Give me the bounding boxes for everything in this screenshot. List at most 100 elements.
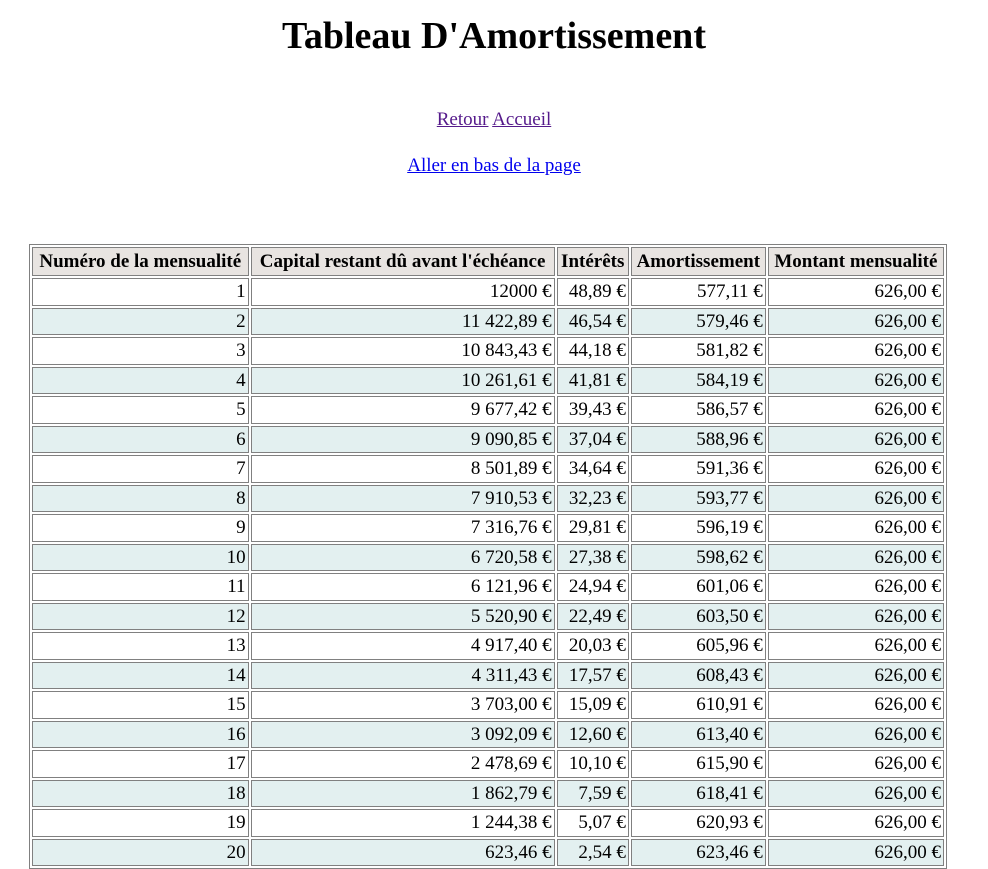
cell-amortization: 603,50 € — [630, 602, 766, 630]
cell-monthly-amount: 626,00 € — [767, 750, 944, 778]
cell-amortization: 605,96 € — [630, 632, 766, 660]
table-row: 59 677,42 €39,43 €586,57 €626,00 € — [32, 396, 944, 424]
col-header-installment-number: Numéro de la mensualité — [32, 247, 249, 276]
go-to-bottom-link[interactable]: Aller en bas de la page — [407, 155, 581, 176]
accueil-link[interactable]: Accueil — [492, 109, 551, 130]
col-header-monthly-amount: Montant mensualité — [767, 247, 944, 276]
cell-amortization: 615,90 € — [630, 750, 766, 778]
table-row: 69 090,85 €37,04 €588,96 €626,00 € — [32, 425, 944, 453]
cell-remaining-capital: 6 720,58 € — [250, 543, 555, 571]
cell-amortization: 618,41 € — [630, 779, 766, 807]
col-header-interest: Intérêts — [556, 247, 629, 276]
cell-remaining-capital: 11 422,89 € — [250, 307, 555, 335]
table-row: 78 501,89 €34,64 €591,36 €626,00 € — [32, 455, 944, 483]
cell-interest: 32,23 € — [556, 484, 629, 512]
cell-remaining-capital: 1 862,79 € — [250, 779, 555, 807]
cell-monthly-amount: 626,00 € — [767, 337, 944, 365]
table-header-row: Numéro de la mensualité Capital restant … — [32, 247, 944, 276]
cell-monthly-amount: 626,00 € — [767, 691, 944, 719]
cell-installment-number: 19 — [32, 809, 249, 837]
cell-remaining-capital: 10 261,61 € — [250, 366, 555, 394]
table-row: 19 1 244,38 €5,07 €620,93 €626,00 € — [32, 809, 944, 837]
table-row: 12 5 520,90 €22,49 €603,50 €626,00 € — [32, 602, 944, 630]
cell-remaining-capital: 9 677,42 € — [250, 396, 555, 424]
cell-remaining-capital: 2 478,69 € — [250, 750, 555, 778]
table-row: 18 1 862,79 €7,59 €618,41 €626,00 € — [32, 779, 944, 807]
cell-installment-number: 17 — [32, 750, 249, 778]
cell-interest: 7,59 € — [556, 779, 629, 807]
cell-monthly-amount: 626,00 € — [767, 366, 944, 394]
col-header-remaining-capital: Capital restant dû avant l'échéance — [250, 247, 555, 276]
cell-monthly-amount: 626,00 € — [767, 838, 944, 866]
cell-amortization: 581,82 € — [630, 337, 766, 365]
table-row: 4 10 261,61 €41,81 €584,19 €626,00 € — [32, 366, 944, 394]
cell-installment-number: 12 — [32, 602, 249, 630]
cell-remaining-capital: 9 090,85 € — [250, 425, 555, 453]
cell-amortization: 584,19 € — [630, 366, 766, 394]
cell-amortization: 577,11 € — [630, 278, 766, 306]
nav-links: Retour Accueil — [0, 109, 988, 131]
cell-interest: 48,89 € — [556, 278, 629, 306]
cell-interest: 2,54 € — [556, 838, 629, 866]
cell-installment-number: 16 — [32, 720, 249, 748]
amortization-table: Numéro de la mensualité Capital restant … — [29, 244, 947, 869]
cell-remaining-capital: 6 121,96 € — [250, 573, 555, 601]
table-row: 15 3 703,00 €15,09 €610,91 €626,00 € — [32, 691, 944, 719]
cell-installment-number: 6 — [32, 425, 249, 453]
cell-interest: 27,38 € — [556, 543, 629, 571]
cell-remaining-capital: 4 917,40 € — [250, 632, 555, 660]
table-row: 97 316,76 €29,81 €596,19 €626,00 € — [32, 514, 944, 542]
cell-installment-number: 5 — [32, 396, 249, 424]
cell-interest: 39,43 € — [556, 396, 629, 424]
table-row: 16 3 092,09 €12,60 €613,40 €626,00 € — [32, 720, 944, 748]
cell-installment-number: 4 — [32, 366, 249, 394]
cell-remaining-capital: 3 092,09 € — [250, 720, 555, 748]
cell-interest: 17,57 € — [556, 661, 629, 689]
cell-installment-number: 18 — [32, 779, 249, 807]
cell-amortization: 620,93 € — [630, 809, 766, 837]
cell-installment-number: 8 — [32, 484, 249, 512]
page-title: Tableau D'Amortissement — [282, 15, 706, 57]
cell-installment-number: 10 — [32, 543, 249, 571]
cell-remaining-capital: 5 520,90 € — [250, 602, 555, 630]
cell-monthly-amount: 626,00 € — [767, 720, 944, 748]
cell-monthly-amount: 626,00 € — [767, 779, 944, 807]
table-row: 87 910,53 €32,23 €593,77 €626,00 € — [32, 484, 944, 512]
cell-interest: 5,07 € — [556, 809, 629, 837]
cell-installment-number: 11 — [32, 573, 249, 601]
cell-monthly-amount: 626,00 € — [767, 514, 944, 542]
bottom-nav: Aller en bas de la page — [0, 155, 988, 177]
cell-installment-number: 9 — [32, 514, 249, 542]
table-row: 11 6 121,96 €24,94 €601,06 €626,00 € — [32, 573, 944, 601]
table-row: 3 10 843,43 €44,18 €581,82 €626,00 € — [32, 337, 944, 365]
cell-remaining-capital: 10 843,43 € — [250, 337, 555, 365]
cell-interest: 41,81 € — [556, 366, 629, 394]
cell-interest: 22,49 € — [556, 602, 629, 630]
cell-monthly-amount: 626,00 € — [767, 396, 944, 424]
cell-amortization: 601,06 € — [630, 573, 766, 601]
cell-interest: 29,81 € — [556, 514, 629, 542]
cell-amortization: 593,77 € — [630, 484, 766, 512]
cell-amortization: 579,46 € — [630, 307, 766, 335]
cell-amortization: 598,62 € — [630, 543, 766, 571]
cell-remaining-capital: 8 501,89 € — [250, 455, 555, 483]
cell-interest: 12,60 € — [556, 720, 629, 748]
cell-monthly-amount: 626,00 € — [767, 543, 944, 571]
cell-monthly-amount: 626,00 € — [767, 661, 944, 689]
table-body: 1 12000 €48,89 €577,11 €626,00 €2 11 422,8… — [32, 278, 944, 866]
cell-monthly-amount: 626,00 € — [767, 809, 944, 837]
cell-remaining-capital: 7 316,76 € — [250, 514, 555, 542]
cell-installment-number: 15 — [32, 691, 249, 719]
cell-monthly-amount: 626,00 € — [767, 632, 944, 660]
cell-monthly-amount: 626,00 € — [767, 484, 944, 512]
retour-link[interactable]: Retour — [437, 109, 489, 130]
cell-amortization: 608,43 € — [630, 661, 766, 689]
col-header-amortization: Amortissement — [630, 247, 766, 276]
cell-interest: 37,04 € — [556, 425, 629, 453]
cell-interest: 15,09 € — [556, 691, 629, 719]
cell-interest: 10,10 € — [556, 750, 629, 778]
cell-monthly-amount: 626,00 € — [767, 425, 944, 453]
table-row: 17 2 478,69 €10,10 €615,90 €626,00 € — [32, 750, 944, 778]
cell-monthly-amount: 626,00 € — [767, 307, 944, 335]
cell-amortization: 591,36 € — [630, 455, 766, 483]
